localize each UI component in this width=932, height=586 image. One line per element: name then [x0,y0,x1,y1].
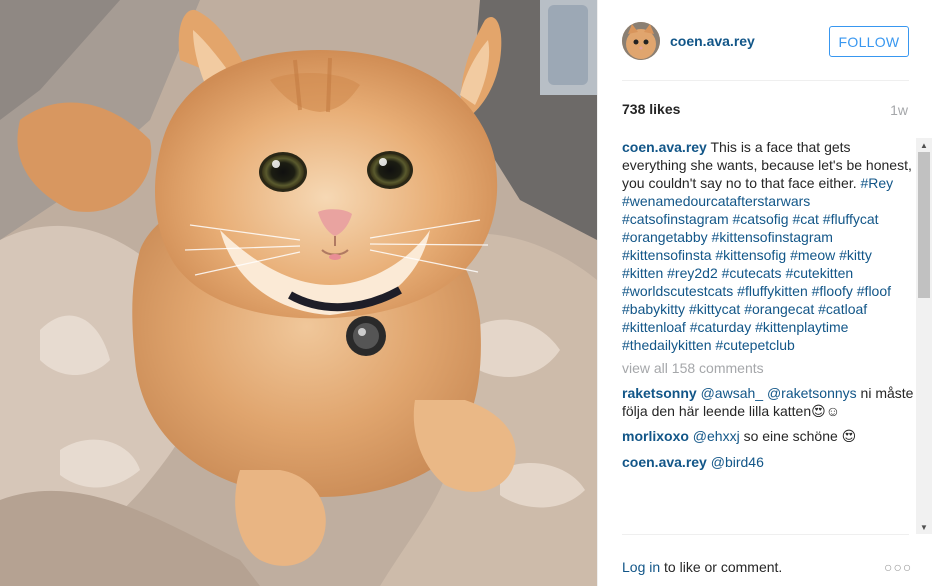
arrow-down-icon[interactable]: ▼ [916,520,932,534]
comment-username[interactable]: raketsonny [622,385,697,401]
login-link[interactable]: Log in [622,559,660,575]
caption-username[interactable]: coen.ava.rey [622,139,707,155]
hashtag-link[interactable]: #rey2d2 [667,265,718,281]
kitten-photo-illustration [0,0,597,586]
hashtag-link[interactable]: #kittensofinsta [622,247,712,263]
likes-count[interactable]: 738 likes [622,101,680,117]
comments-scrollbar[interactable]: ▲ ▼ [916,138,932,534]
comment-item: morlixoxo @ehxxj so eine schöne 😍 [622,427,914,445]
hashtag-link[interactable]: #caturday [690,319,751,335]
post-time[interactable]: 1w [890,102,908,118]
hashtag-link[interactable]: #meow [790,247,835,263]
hashtag-link[interactable]: #floof [857,283,891,299]
hashtag-link[interactable]: #cat [792,211,818,227]
hashtag-link[interactable]: #cutecats [722,265,782,281]
scrollbar-thumb[interactable] [918,152,930,298]
comment-username[interactable]: coen.ava.rey [622,454,707,470]
hashtag-link[interactable]: #kittenloaf [622,319,686,335]
comment-username[interactable]: morlixoxo [622,428,689,444]
comment-mention[interactable]: @awsah_ [701,385,763,401]
hashtag-link[interactable]: #cutekitten [785,265,853,281]
comment-mention[interactable]: @ehxxj [693,428,740,444]
username-link[interactable]: coen.ava.rey [670,33,755,49]
hashtag-link[interactable]: #kittenplaytime [755,319,848,335]
hashtag-link[interactable]: #wenamedourcatafterstarwars [622,193,810,209]
hashtag-link[interactable]: #kittensofig [715,247,786,263]
hashtag-link[interactable]: #catsofig [733,211,789,227]
hashtag-link[interactable]: #orangecat [744,301,814,317]
view-all-comments-link[interactable]: view all 158 comments [622,359,914,377]
comment-item: coen.ava.rey @bird46 [622,453,914,471]
hashtag-link[interactable]: #catsofinstagram [622,211,729,227]
hashtag-link[interactable]: #Rey [861,175,894,191]
login-prompt-text: to like or comment. [660,559,783,575]
arrow-up-icon[interactable]: ▲ [916,138,932,152]
hashtag-link[interactable]: #kitten [622,265,663,281]
hashtag-link[interactable]: #kitty [839,247,872,263]
hashtag-link[interactable]: #cutepetclub [715,337,794,353]
hashtag-link[interactable]: #orangetabby [622,229,708,245]
hashtag-link[interactable]: #babykitty [622,301,685,317]
hashtag-link[interactable]: #kittensofinstagram [712,229,833,245]
hashtag-link[interactable]: #floofy [812,283,853,299]
post-sidebar: coen.ava.rey FOLLOW 738 likes 1w coen.av… [597,0,932,586]
hashtag-link[interactable]: #catloaf [818,301,867,317]
caption: coen.ava.rey This is a face that gets ev… [622,138,914,354]
hashtag-link[interactable]: #thedailykitten [622,337,712,353]
comment-mention[interactable]: @raketsonnys [767,385,857,401]
comment-mention[interactable]: @bird46 [711,454,764,470]
header-divider [622,80,909,81]
hashtag-link[interactable]: #kittycat [689,301,740,317]
more-options-icon[interactable]: ○○○ [884,559,912,575]
post-header: coen.ava.rey FOLLOW [598,0,932,80]
footer-divider [622,534,909,535]
login-prompt: Log in to like or comment. [622,559,782,575]
avatar[interactable] [622,22,660,60]
hashtag-list: #Rey #wenamedourcatafterstarwars #catsof… [622,175,893,353]
comments-list: coen.ava.rey This is a face that gets ev… [622,138,914,534]
post-photo[interactable] [0,0,597,586]
comment-text: so eine schöne 😍 [739,428,857,444]
comment-item: raketsonny @awsah_ @raketsonnys ni måste… [622,384,914,420]
avatar-image [622,22,660,60]
follow-button[interactable]: FOLLOW [829,26,909,57]
hashtag-link[interactable]: #worldscutestcats [622,283,733,299]
hashtag-link[interactable]: #fluffycat [823,211,879,227]
hashtag-link[interactable]: #fluffykitten [737,283,808,299]
